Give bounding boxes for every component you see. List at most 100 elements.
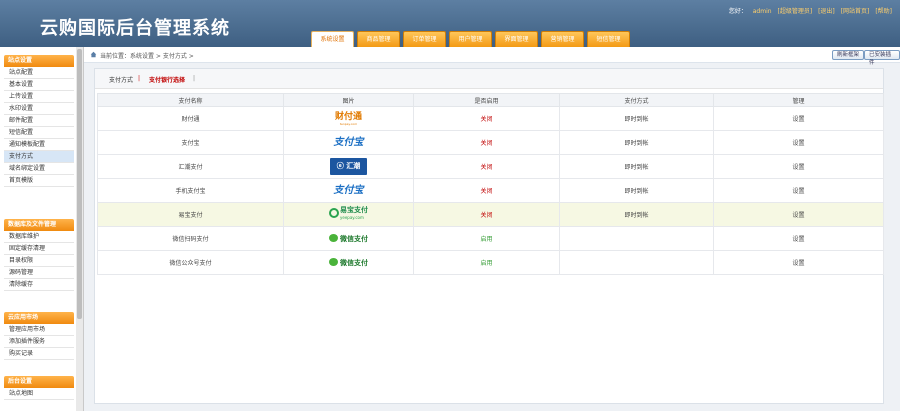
- breadcrumb-bar: 当前位置：系统设置 > 支付方式 > 刷新框架 已安装插件: [84, 47, 900, 66]
- table-row: 手机支付宝 支付宝 关闭 即时到帐 设置: [97, 178, 884, 203]
- status-badge[interactable]: 启用: [413, 250, 560, 275]
- sidebar-item[interactable]: 源码管理: [4, 267, 74, 279]
- payment-name: 财付通: [97, 106, 284, 131]
- tab-orders[interactable]: 订单管理: [403, 31, 446, 47]
- sidebar-item[interactable]: 添加插件服务: [4, 336, 74, 348]
- payment-logo: 支付宝: [283, 178, 414, 203]
- payment-name: 汇潮支付: [97, 154, 284, 179]
- col-header-image: 图片: [283, 93, 414, 107]
- sidebar-item[interactable]: 管理应用市场: [4, 324, 74, 336]
- sidebar-item[interactable]: 基本设置: [4, 79, 74, 91]
- payment-logo: 微信支付: [283, 226, 414, 251]
- tab-sms[interactable]: 短信管理: [587, 31, 630, 47]
- username-link[interactable]: admin: [753, 8, 772, 15]
- alipay-logo: 支付宝: [333, 136, 364, 148]
- payment-table: 支付名称 图片 是否启用 支付方式 管理 财付通 财付通 tenpay.com 关…: [97, 93, 884, 275]
- status-badge[interactable]: 启用: [413, 226, 560, 251]
- sidebar-item[interactable]: 首页模版: [4, 175, 74, 187]
- refresh-frame-button[interactable]: 刷新框架: [832, 50, 865, 60]
- sidebar-item[interactable]: 域名绑定设置: [4, 163, 74, 175]
- sidebar-section-backend: 后台设置 站点地图: [4, 376, 74, 400]
- payment-panel: 支付方式 | 支付银行选择 | 支付名称 图片 是否启用 支付方式 管理 财付通: [94, 68, 884, 404]
- help-link[interactable]: [帮助]: [875, 8, 892, 15]
- tenpay-logo: 财付通 tenpay.com: [334, 111, 362, 126]
- tab-marketing[interactable]: 营销管理: [541, 31, 584, 47]
- sidebar-item[interactable]: 数据库维护: [4, 231, 74, 243]
- settings-link[interactable]: 设置: [713, 106, 884, 131]
- status-badge[interactable]: 关闭: [413, 202, 560, 227]
- settings-link[interactable]: 设置: [713, 130, 884, 155]
- sidebar-item[interactable]: 上传设置: [4, 91, 74, 103]
- col-header-manage: 管理: [713, 93, 884, 107]
- payment-mode: 即时到帐: [559, 130, 714, 155]
- alipay-logo: 支付宝: [333, 184, 364, 196]
- sidebar-header[interactable]: 云应用市场: [4, 312, 74, 324]
- installed-plugins-button[interactable]: 已安装插件: [864, 50, 900, 66]
- sidebar-scrollbar[interactable]: [76, 47, 83, 411]
- payment-logo: 易宝支付 yeepay.com: [283, 202, 414, 227]
- status-badge[interactable]: 关闭: [413, 130, 560, 155]
- payment-mode: 即时到帐: [559, 202, 714, 227]
- sidebar-item[interactable]: 站点配置: [4, 67, 74, 79]
- status-badge[interactable]: 关闭: [413, 106, 560, 131]
- sidebar-section-app-market: 云应用市场 管理应用市场 添加插件服务 购买记录: [4, 312, 74, 360]
- tab-products[interactable]: 商品管理: [357, 31, 400, 47]
- payment-name: 手机支付宝: [97, 178, 284, 203]
- tab-bank-selection[interactable]: 支付银行选择: [149, 75, 185, 84]
- greeting: 您好：: [728, 8, 747, 15]
- sidebar-item[interactable]: 短信配置: [4, 127, 74, 139]
- payment-name: 支付宝: [97, 130, 284, 155]
- sidebar-item[interactable]: 固定缓存清理: [4, 243, 74, 255]
- sidebar: 站点设置 站点配置 基本设置 上传设置 水印设置 邮件配置 短信配置 通知模板配…: [0, 47, 84, 411]
- top-links: 您好： admin [超级管理员] [退出] [网站首页] [帮助]: [725, 6, 892, 15]
- sidebar-item[interactable]: 站点地图: [4, 388, 74, 400]
- sidebar-item[interactable]: 目录权限: [4, 255, 74, 267]
- sidebar-item[interactable]: 清除缓存: [4, 279, 74, 291]
- table-header-row: 支付名称 图片 是否启用 支付方式 管理: [97, 93, 884, 107]
- sub-tabs: 支付方式 | 支付银行选择 |: [95, 69, 883, 89]
- sidebar-item[interactable]: 购买记录: [4, 348, 74, 360]
- logout-link[interactable]: [退出]: [818, 8, 835, 15]
- table-row: 易宝支付 易宝支付 yeepay.com 关闭 即时到帐 设置: [97, 202, 884, 227]
- wechat-pay-logo: 微信支付: [329, 231, 368, 247]
- payment-name: 微信公众号支付: [97, 250, 284, 275]
- home-icon: [90, 51, 97, 58]
- sidebar-section-site: 站点设置 站点配置 基本设置 上传设置 水印设置 邮件配置 短信配置 通知模板配…: [4, 55, 74, 187]
- main-content: 当前位置：系统设置 > 支付方式 > 刷新框架 已安装插件 支付方式 | 支付银…: [84, 47, 900, 411]
- sidebar-header[interactable]: 后台设置: [4, 376, 74, 388]
- settings-link[interactable]: 设置: [713, 202, 884, 227]
- wechat-pay-logo: 微信支付: [329, 255, 368, 271]
- settings-link[interactable]: 设置: [713, 178, 884, 203]
- payment-mode: 即时到帐: [559, 154, 714, 179]
- scrollbar-thumb[interactable]: [77, 49, 82, 319]
- col-header-enabled: 是否启用: [413, 93, 560, 107]
- settings-link[interactable]: 设置: [713, 226, 884, 251]
- payment-mode: 即时到帐: [559, 106, 714, 131]
- settings-link[interactable]: 设置: [713, 154, 884, 179]
- settings-link[interactable]: 设置: [713, 250, 884, 275]
- breadcrumb: 当前位置：系统设置 > 支付方式 >: [100, 53, 194, 60]
- tab-users[interactable]: 用户管理: [449, 31, 492, 47]
- role-label: [超级管理员]: [777, 8, 813, 15]
- payment-logo: 财付通 tenpay.com: [283, 106, 414, 131]
- sidebar-item[interactable]: 水印设置: [4, 103, 74, 115]
- payment-logo: ⓔ 汇潮: [283, 154, 414, 179]
- status-badge[interactable]: 关闭: [413, 178, 560, 203]
- payment-mode: [559, 226, 714, 251]
- sidebar-item[interactable]: 通知模板配置: [4, 139, 74, 151]
- site-home-link[interactable]: [网站首页]: [841, 8, 870, 15]
- divider: |: [193, 75, 196, 82]
- payment-name: 易宝支付: [97, 202, 284, 227]
- sidebar-header[interactable]: 数据库及文件管理: [4, 219, 74, 231]
- app-title: 云购国际后台管理系统: [40, 18, 230, 39]
- yeepay-logo: 易宝支付 yeepay.com: [329, 206, 368, 224]
- payment-mode: 即时到帐: [559, 178, 714, 203]
- tab-payment-methods[interactable]: 支付方式: [109, 75, 133, 84]
- status-badge[interactable]: 关闭: [413, 154, 560, 179]
- sidebar-header[interactable]: 站点设置: [4, 55, 74, 67]
- sidebar-item-payment-active[interactable]: 支付方式: [4, 151, 74, 163]
- tab-system-settings[interactable]: 系统设置: [311, 31, 354, 47]
- col-header-mode: 支付方式: [559, 93, 714, 107]
- sidebar-item[interactable]: 邮件配置: [4, 115, 74, 127]
- tab-interface[interactable]: 界面管理: [495, 31, 538, 47]
